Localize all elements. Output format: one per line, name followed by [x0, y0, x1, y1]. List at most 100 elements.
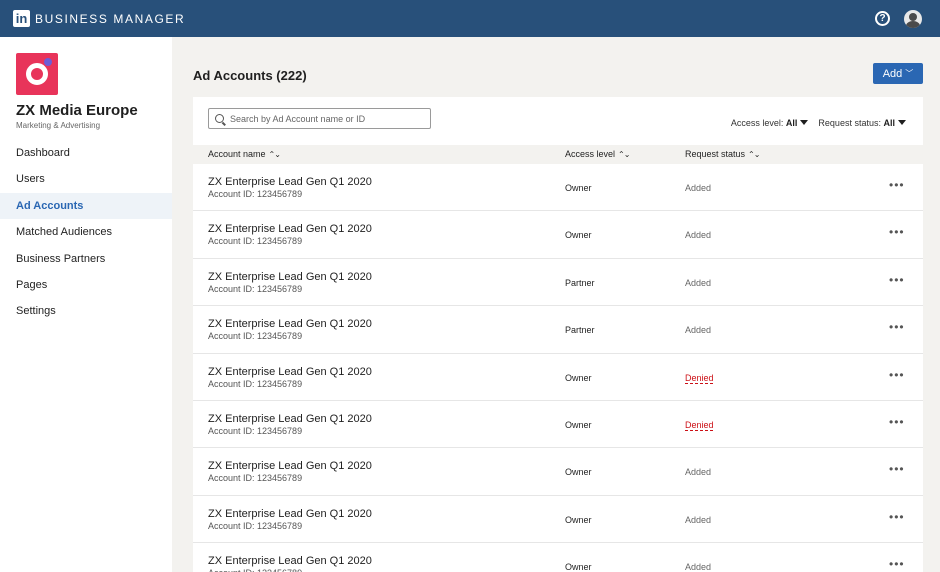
account-name[interactable]: ZX Enterprise Lead Gen Q1 2020 [208, 271, 372, 283]
sort-icon: ⌃⌄ [748, 150, 760, 159]
account-id: Account ID: 123456789 [208, 520, 303, 531]
table-row[interactable]: ZX Enterprise Lead Gen Q1 2020Account ID… [193, 211, 923, 259]
more-options-icon[interactable]: ••• [889, 557, 905, 571]
caret-down-icon [800, 120, 809, 125]
request-status: Added [685, 325, 712, 336]
sidebar-item-users[interactable]: Users [0, 166, 172, 192]
column-header-access-level[interactable]: Access level ⌃⌄ [565, 145, 630, 164]
request-status[interactable]: Denied [685, 420, 714, 430]
access-level: Owner [565, 372, 592, 383]
caret-down-icon [898, 120, 906, 125]
account-id: Account ID: 123456789 [208, 473, 303, 484]
request-status: Added [685, 467, 712, 478]
account-name[interactable]: ZX Enterprise Lead Gen Q1 2020 [208, 555, 372, 567]
more-options-icon[interactable]: ••• [889, 225, 905, 239]
table-header: Account name ⌃⌄ Access level ⌃⌄ Request st… [193, 145, 923, 164]
table-row[interactable]: ZX Enterprise Lead Gen Q1 2020Account ID… [193, 259, 923, 307]
org-logo-dot [44, 58, 52, 66]
access-level: Owner [565, 467, 592, 478]
account-name[interactable]: ZX Enterprise Lead Gen Q1 2020 [208, 460, 372, 472]
add-button-label: Add [882, 67, 903, 80]
account-name[interactable]: ZX Enterprise Lead Gen Q1 2020 [208, 508, 372, 520]
access-level: Owner [565, 514, 592, 525]
table-row[interactable]: ZX Enterprise Lead Gen Q1 2020Account ID… [193, 354, 923, 401]
request-status: Added [685, 183, 712, 193]
sort-icon: ⌃⌄ [618, 150, 630, 159]
org-subtitle: Marketing & Advertising [16, 121, 101, 130]
sidebar-item-settings[interactable]: Settings [0, 298, 172, 324]
brand-title: BUSINESS MANAGER [35, 11, 186, 26]
sidebar-item-business-partners[interactable]: Business Partners [0, 246, 172, 272]
access-level: Owner [565, 562, 592, 572]
org-logo-icon [16, 53, 58, 95]
account-name[interactable]: ZX Enterprise Lead Gen Q1 2020 [208, 413, 372, 425]
account-id: Account ID: 123456789 [208, 189, 303, 199]
table-row[interactable]: ZX Enterprise Lead Gen Q1 2020Account ID… [193, 164, 923, 212]
table-row[interactable]: ZX Enterprise Lead Gen Q1 2020Account ID… [193, 448, 923, 496]
account-name[interactable]: ZX Enterprise Lead Gen Q1 2020 [208, 176, 372, 188]
account-id: Account ID: 123456789 [208, 331, 303, 342]
more-options-icon[interactable]: ••• [889, 178, 905, 192]
column-header-label: Request status [685, 149, 746, 159]
request-status-filter-label: Request status: [818, 118, 881, 128]
search-input[interactable] [230, 113, 420, 124]
column-header-request-status[interactable]: Request status ⌃⌄ [685, 145, 760, 164]
chevron-down-icon: ﹀ [905, 69, 914, 78]
request-status: Added [685, 230, 712, 241]
table-row[interactable]: ZX Enterprise Lead Gen Q1 2020Account ID… [193, 401, 923, 449]
request-status-filter-value: All [883, 118, 895, 128]
more-options-icon[interactable]: ••• [889, 462, 905, 476]
request-status[interactable]: Denied [685, 373, 714, 383]
more-options-icon[interactable]: ••• [889, 415, 905, 429]
ad-accounts-card: Access level: All Request status: All Ac… [193, 97, 923, 572]
account-id: Account ID: 123456789 [208, 425, 303, 436]
sidebar-item-ad-accounts[interactable]: Ad Accounts [0, 192, 172, 220]
org-name: ZX Media Europe [16, 102, 138, 119]
column-header-label: Access level [565, 149, 616, 159]
linkedin-logo-icon: in [13, 10, 30, 27]
column-header-account-name[interactable]: Account name ⌃⌄ [208, 145, 281, 164]
access-level-filter[interactable]: Access level: All [731, 118, 809, 128]
account-name[interactable]: ZX Enterprise Lead Gen Q1 2020 [208, 318, 372, 330]
account-name[interactable]: ZX Enterprise Lead Gen Q1 2020 [208, 223, 372, 235]
access-level: Partner [565, 325, 595, 336]
more-options-icon[interactable]: ••• [889, 320, 905, 334]
sidebar-nav: Dashboard Users Ad Accounts Matched Audienc… [0, 140, 172, 325]
sidebar: ZX Media Europe Marketing & Advertising … [0, 37, 172, 572]
sidebar-item-pages[interactable]: Pages [0, 272, 172, 298]
page-title: Ad Accounts (222) [193, 68, 307, 83]
top-bar-actions: ? [875, 0, 922, 37]
sidebar-item-matched-audiences[interactable]: Matched Audiences [0, 219, 172, 245]
account-id: Account ID: 123456789 [208, 378, 303, 389]
access-level-filter-value: All [785, 118, 798, 128]
help-icon[interactable]: ? [875, 11, 890, 26]
account-name[interactable]: ZX Enterprise Lead Gen Q1 2020 [208, 366, 372, 378]
column-header-label: Account name [208, 149, 266, 159]
avatar[interactable] [904, 9, 922, 28]
table-row[interactable]: ZX Enterprise Lead Gen Q1 2020Account ID… [193, 496, 923, 544]
avatar-body-shape [906, 20, 920, 28]
request-status-filter[interactable]: Request status: All [818, 118, 906, 128]
sidebar-item-dashboard[interactable]: Dashboard [0, 140, 172, 166]
search-icon [215, 114, 224, 123]
avatar-head-shape [909, 12, 917, 21]
brand[interactable]: in BUSINESS MANAGER [13, 10, 185, 27]
more-options-icon[interactable]: ••• [889, 510, 905, 524]
access-level: Owner [565, 419, 592, 430]
search-box[interactable] [208, 108, 431, 129]
filters: Access level: All Request status: All [731, 118, 906, 128]
access-level: Owner [565, 230, 592, 241]
account-id: Account ID: 123456789 [208, 236, 303, 247]
add-button[interactable]: Add ﹀ [873, 63, 923, 84]
table-body: ZX Enterprise Lead Gen Q1 2020 Account ID… [193, 164, 923, 572]
access-level: Partner [565, 277, 595, 288]
more-options-icon[interactable]: ••• [889, 273, 905, 287]
access-level-filter-label: Access level: [730, 118, 784, 128]
request-status: Added [685, 514, 712, 525]
table-row[interactable]: ZX Enterprise Lead Gen Q1 2020Account ID… [193, 543, 923, 572]
top-bar: in BUSINESS MANAGER ? [0, 0, 940, 37]
table-row[interactable]: ZX Enterprise Lead Gen Q1 2020Account ID… [193, 306, 923, 354]
more-options-icon[interactable]: ••• [889, 368, 905, 382]
account-id: Account ID: 123456789 [208, 568, 302, 572]
request-status: Added [685, 562, 712, 572]
